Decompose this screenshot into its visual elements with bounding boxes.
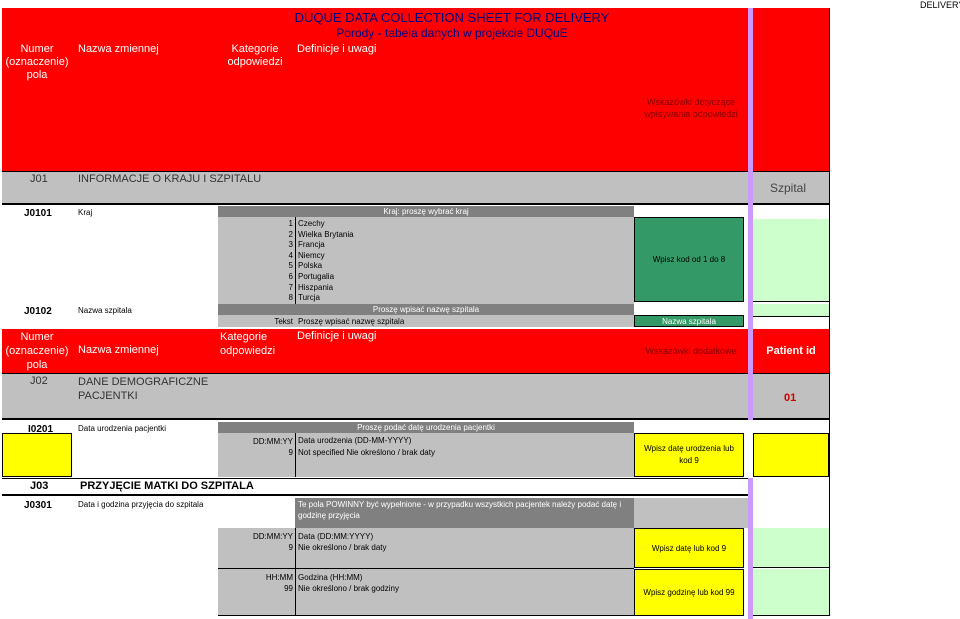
j0101-code: J0101 [24,208,52,219]
j0301-time-nc-cat: 99 [284,584,293,593]
j02-title: DANE DEMOGRAFICZNE PACJENTKI [78,376,209,402]
j0101-option-num: 1 [288,219,293,228]
j01-right-label: Szpital [770,181,807,195]
j0101-option-label: Francja [298,240,325,250]
j01-title: INFORMACJE O KRAJU I SZPITALU [78,173,262,185]
h2-col-patient: Patient id [766,345,816,357]
col-header-numer: Numer (oznaczenie) pola [5,43,69,81]
col-header-nazwa: Nazwa zmiennej [78,43,159,55]
j0301-date-cat: DD:MM:YY [253,532,293,541]
j0102-answer-cell[interactable] [753,304,829,317]
j0101-option-num: 6 [288,272,293,281]
j03-title: PRZYJĘCIE MATKI DO SZPITALA [80,480,254,492]
j0102-definition: Proszę wpisać nazwę szpitala [218,304,634,315]
j0102-hint: Nazwa szpitala [634,315,744,327]
page-subtitle: Porody - tabela danych w projekcie DUQuE [336,26,568,40]
j0101-option-label: Hiszpania [298,282,334,292]
j0101-option-label: Polska [298,261,323,271]
i0201-name: Data urodzenia pacjentki [78,424,167,433]
j0301-hint-header [634,498,748,528]
j02-code: J02 [30,375,48,387]
j0101-name: Kraj [78,208,93,217]
header-block-right [753,8,829,171]
j0301-definition: Te pola POWINNY być wypełnione - w przyp… [295,498,634,528]
page-title: DUQUE DATA COLLECTION SHEET FOR DELIVERY [294,10,610,25]
j0301-time-cat: HH:MM [265,573,293,582]
h2-col-definicje: Definicje i uwagi [297,330,377,342]
j0102-cat: Tekst [274,317,293,326]
j0101-option-label: Czechy [298,219,325,228]
j0101-option-num: 5 [288,261,293,271]
j0101-option-num: 3 [288,240,293,250]
j0101-option-label: Niemcy [298,250,325,260]
j0301-options-panel [218,528,634,616]
j0101-option-label: Wielka Brytania [298,229,354,239]
i0201-opt1-label: Data urodzenia (DD-MM-YYYY) [298,436,412,445]
i0201-answer-cell[interactable] [753,433,829,477]
i0201-definition: Proszę podać datę urodzenia pacjentki [218,422,634,433]
j0101-option-num: 7 [288,282,293,292]
j0301-date-nc-label: Nie określono / brak daty [298,543,387,552]
j0301-date-nc-cat: 9 [288,543,293,552]
j0301-code: J0301 [24,500,52,511]
j0301-time-hint: Wpisz godzinę lub kod 99 [634,569,744,616]
j0301-date-label: Data (DD:MM:YYYY) [298,532,374,541]
j0101-hint: Wpisz kod od 1 do 8 [634,217,744,302]
j01-code: J01 [30,173,48,185]
j0301-name: Data i godzina przyjęcia do szpitala [78,500,204,509]
h2-col-kategorie: Kategorie odpowiedzi [220,331,276,357]
col-header-kategorie: Kategorie odpowiedzi [227,43,283,68]
j0101-definition: Kraj: proszę wybrać kraj [218,206,634,217]
j0301-time-nc-label: Nie określono / brak godziny [298,584,399,593]
j0301-date-answer-cell[interactable] [753,528,829,568]
col-header-definicje: Definicje i uwagi [297,43,377,55]
col-header-wskazowki: Wskazówki dotyczące wpisywania odpowiedz… [644,97,738,119]
h2-col-wskazowki: Wskazówki dodatkowe [645,346,737,356]
h2-col-nazwa: Nazwa zmiennej [78,344,159,356]
j0102-code: J0102 [24,306,52,317]
j0101-answer-cell[interactable] [753,219,829,302]
j0102-cat-text: Proszę wpisać nazwę szpitala [298,317,405,326]
j0101-option-num: 2 [288,229,293,239]
j0101-option-num: 8 [288,293,293,303]
i0201-opt1-cat: DD:MM:YY [253,437,293,446]
i0201-code-box [2,433,72,477]
j0301-date-hint: Wpisz datę lub kod 9 [634,528,744,568]
i0201-opt2-cat: 9 [288,448,293,457]
h2-col-numer: Numer (oznaczenie) pola [5,331,69,371]
j0101-option-label: Turcja [298,293,320,303]
corner-label: DELIVERY [920,0,960,10]
j0301-time-label: Godzina (HH:MM) [298,573,363,582]
i0201-opt2-label: Not specified Nie określono / brak daty [298,448,435,457]
j0301-time-answer-cell[interactable] [753,569,829,616]
j03-code: J03 [30,480,49,492]
j0102-name: Nazwa szpitala [78,306,132,315]
j02-patient-value: 01 [784,392,797,404]
j0101-option-label: Portugalia [298,272,335,281]
j0101-option-num: 4 [288,250,293,260]
i0201-hint: Wpisz datę urodzenia lub kod 9 [634,433,744,477]
